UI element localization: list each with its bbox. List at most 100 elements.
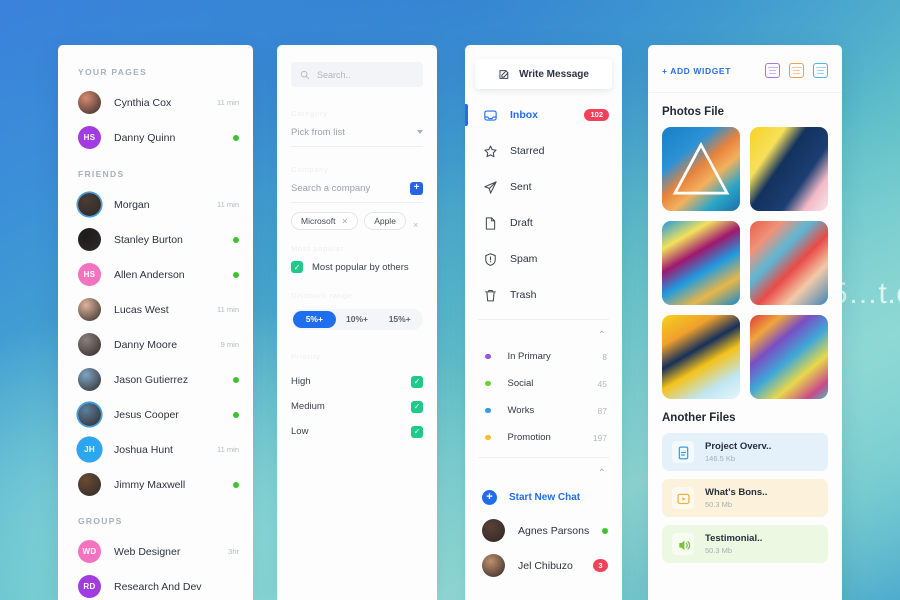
notes-widget-icon[interactable]: [789, 63, 804, 78]
folder-label: Sent: [510, 181, 532, 193]
discount-option[interactable]: 10%+: [336, 311, 379, 328]
chat-contact-item[interactable]: Agnes Parsons: [465, 513, 622, 548]
mail-category-row[interactable]: Social 45: [465, 370, 622, 397]
discount-segmented-control[interactable]: 5%+ 10%+ 15%+: [291, 309, 423, 330]
company-chip[interactable]: Microsoft ✕: [291, 212, 359, 230]
list-item[interactable]: Jesus Cooper: [58, 397, 253, 432]
search-input[interactable]: Search..: [291, 62, 423, 87]
folder-label: Draft: [510, 217, 533, 229]
document-icon: [482, 216, 498, 231]
photo-thumbnail[interactable]: [662, 127, 740, 211]
category-label: Promotion: [507, 432, 551, 443]
timestamp: 9 min: [220, 340, 239, 349]
online-status-dot: [233, 411, 239, 418]
mail-folder-draft[interactable]: Draft: [465, 205, 622, 241]
timestamp: 3hr: [228, 547, 239, 556]
photo-thumbnail[interactable]: [750, 221, 828, 305]
discount-option[interactable]: 15%+: [378, 311, 421, 328]
file-size: 146.5 Kb: [705, 454, 736, 463]
calendar-widget-icon[interactable]: [765, 63, 780, 78]
file-row[interactable]: Testimonial.. 50.3 Mb: [662, 525, 828, 563]
chat-contact-item[interactable]: Jel Chibuzo 3: [465, 548, 622, 583]
most-popular-label: Most popular by others: [312, 261, 409, 273]
pick-from-list-value: Pick from list: [291, 126, 345, 138]
file-row[interactable]: What's Bons.. 50.3 Mb: [662, 479, 828, 517]
check-icon[interactable]: ✓: [291, 261, 303, 273]
pages-panel-body: YOUR PAGES Cynthia Cox 11 min HS Danny Quinn…: [58, 45, 253, 600]
photo-thumbnail[interactable]: [662, 315, 740, 399]
mail-category-row[interactable]: Promotion 197: [465, 424, 622, 451]
priority-row[interactable]: Medium ✓: [291, 394, 423, 419]
list-item[interactable]: HS Allen Anderson: [58, 257, 253, 292]
priority-row[interactable]: High ✓: [291, 369, 423, 394]
list-item[interactable]: Morgan 11 min: [58, 187, 253, 222]
person-name: Danny Quinn: [114, 131, 176, 144]
company-search-input[interactable]: Search a company +: [291, 174, 423, 203]
list-item[interactable]: Cynthia Cox 11 min: [58, 85, 253, 120]
photo-thumbnail[interactable]: [750, 315, 828, 399]
close-icon[interactable]: ✕: [341, 217, 348, 226]
check-icon[interactable]: ✓: [411, 425, 423, 438]
list-item[interactable]: Stanley Burton: [58, 222, 253, 257]
avatar: JH: [78, 438, 101, 461]
category-label: Category: [291, 109, 328, 118]
mail-category-row[interactable]: In Primary 8: [465, 343, 622, 370]
mail-folder-list: Inbox 102 Starred Sent Draft Spam Trash: [465, 97, 622, 313]
file-name: Testimonial..: [705, 533, 763, 544]
person-name: Jimmy Maxwell: [114, 478, 186, 491]
collapse-categories-button[interactable]: ⌃: [465, 326, 622, 343]
category-label: In Primary: [507, 351, 551, 362]
mail-category-list: In Primary 8 Social 45 Works 87 Promotion 197: [465, 343, 622, 451]
folder-label: Inbox: [510, 109, 538, 121]
mail-category-row[interactable]: Works 87: [465, 397, 622, 424]
table-widget-icon[interactable]: [813, 63, 828, 78]
online-status-dot: [602, 527, 608, 534]
mail-folder-inbox[interactable]: Inbox 102: [465, 97, 622, 133]
mail-folder-trash[interactable]: Trash: [465, 277, 622, 313]
photo-thumbnail[interactable]: [750, 127, 828, 211]
avatar: [78, 228, 101, 251]
photo-thumbnail[interactable]: [662, 221, 740, 305]
files-list: Project Overv.. 146.5 Kb What's Bons.. 50.3…: [648, 433, 842, 563]
file-row[interactable]: Project Overv.. 146.5 Kb: [662, 433, 828, 471]
write-message-button[interactable]: Write Message: [475, 59, 612, 89]
avatar: [78, 298, 101, 321]
list-item[interactable]: WD Web Designer 3hr: [58, 534, 253, 569]
check-icon[interactable]: ✓: [411, 400, 423, 413]
start-new-chat-label: Start New Chat: [509, 491, 581, 503]
avatar: [482, 554, 505, 577]
category-color-dot: [485, 407, 491, 414]
start-new-chat-button[interactable]: + Start New Chat: [465, 481, 622, 513]
most-popular-checkbox-row[interactable]: ✓ Most popular by others: [291, 253, 423, 281]
compose-icon: [499, 69, 509, 79]
mail-folder-spam[interactable]: Spam: [465, 241, 622, 277]
write-message-label: Write Message: [519, 68, 589, 80]
list-item[interactable]: RD Research And Dev: [58, 569, 253, 600]
discount-option[interactable]: 5%+: [293, 311, 336, 328]
add-widget-button[interactable]: + ADD WIDGET: [662, 66, 731, 76]
popular-label: Most popular: [291, 244, 344, 253]
photos-grid: [648, 127, 842, 399]
online-status-dot: [233, 134, 239, 141]
timestamp: 11 min: [217, 98, 239, 107]
list-item[interactable]: Lucas West 11 min: [58, 292, 253, 327]
company-chip[interactable]: Apple: [364, 212, 406, 230]
person-name: Lucas West: [114, 303, 169, 316]
list-item[interactable]: Jason Gutierrez: [58, 362, 253, 397]
pick-from-list-select[interactable]: Pick from list: [291, 118, 423, 147]
file-size: 50.3 Mb: [705, 500, 733, 509]
list-item[interactable]: HS Danny Quinn: [58, 120, 253, 155]
online-status-dot: [233, 481, 239, 488]
list-item[interactable]: JH Joshua Hunt 11 min: [58, 432, 253, 467]
priority-row[interactable]: Low ✓: [291, 419, 423, 444]
inbox-icon: [482, 108, 498, 123]
mail-folder-sent[interactable]: Sent: [465, 169, 622, 205]
list-item[interactable]: Jimmy Maxwell: [58, 467, 253, 502]
list-item[interactable]: Danny Moore 9 min: [58, 327, 253, 362]
clear-all-icon[interactable]: ×: [413, 220, 418, 230]
mail-folder-starred[interactable]: Starred: [465, 133, 622, 169]
check-icon[interactable]: ✓: [411, 375, 423, 388]
add-company-button[interactable]: +: [410, 181, 423, 195]
collapse-chat-button[interactable]: ⌃: [465, 464, 622, 481]
widgets-panel: + ADD WIDGET Photos File Another Files P…: [648, 45, 842, 600]
